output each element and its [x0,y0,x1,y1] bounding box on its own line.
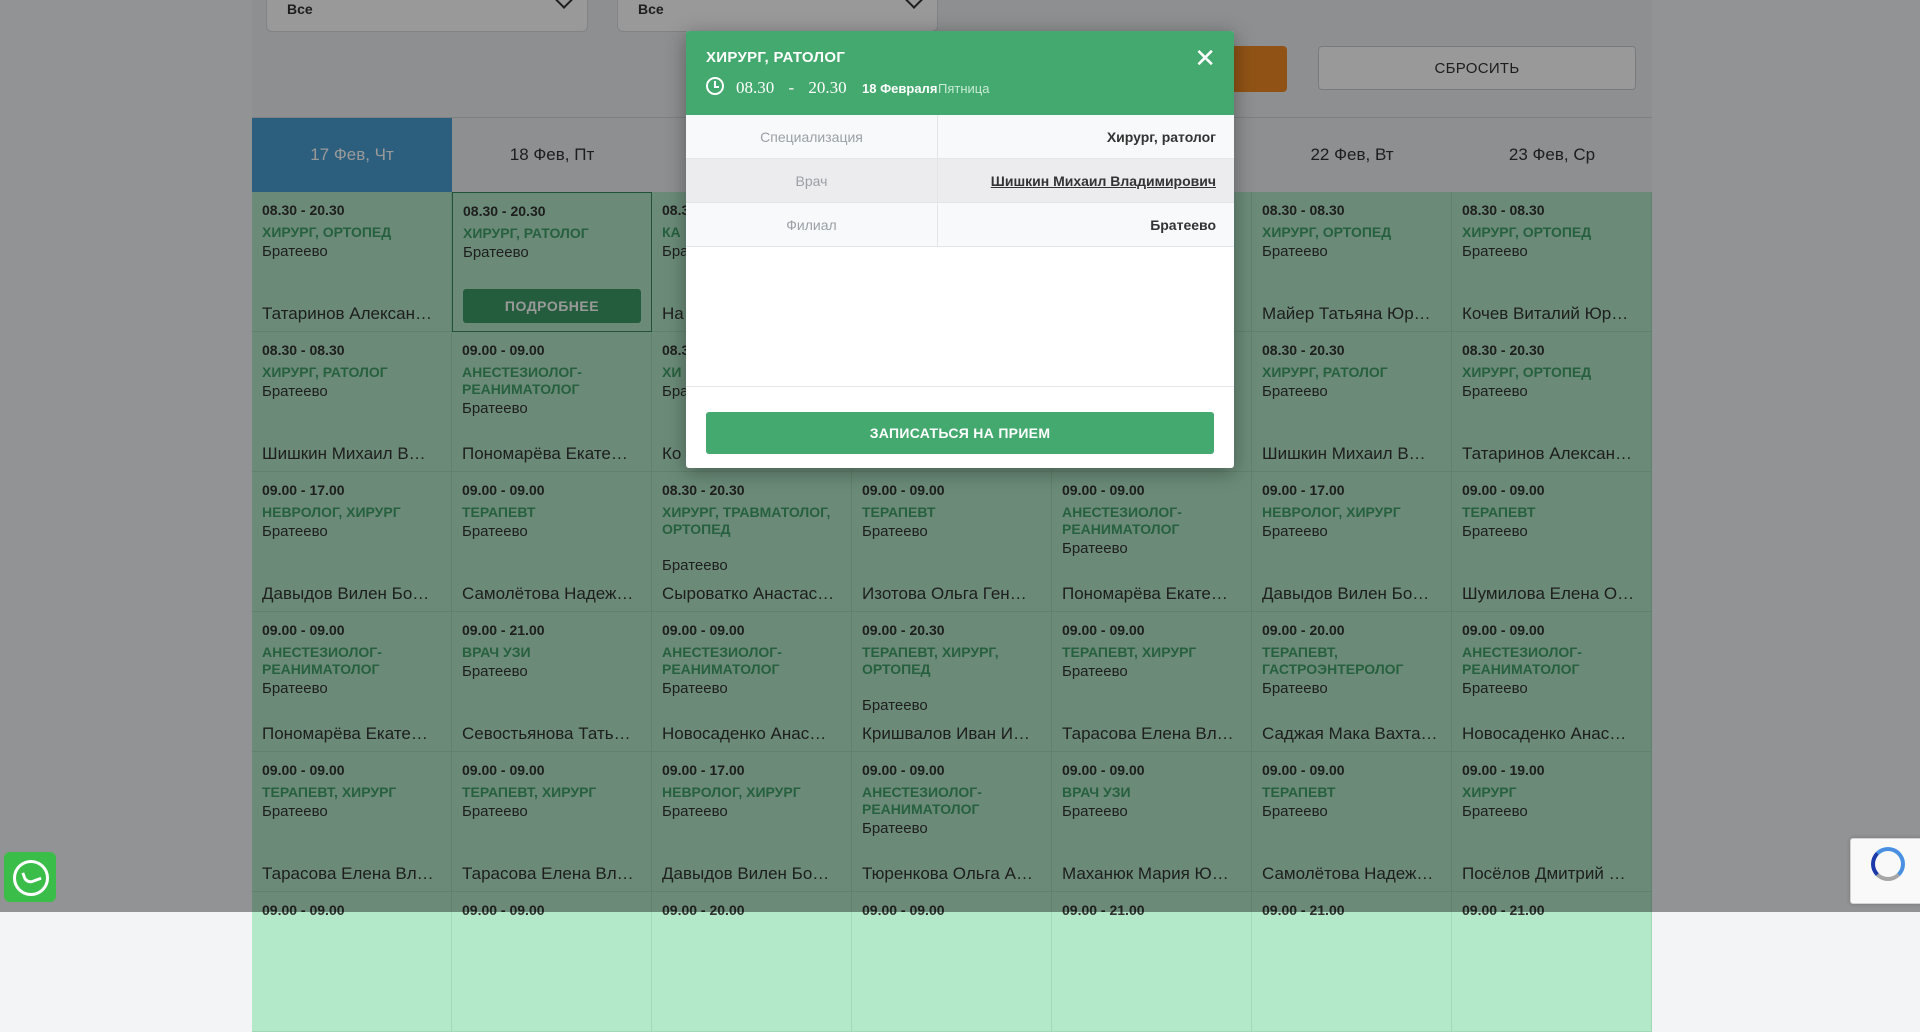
modal-header: ХИРУРГ, РАТОЛОГ ✕ 08.30 - 20.30 18 Февра… [686,31,1234,115]
recaptcha-icon [1871,847,1905,881]
schedule-slot[interactable]: 09.00 - 21.00 [1052,892,1252,1032]
schedule-slot[interactable]: 09.00 - 21.00 [1252,892,1452,1032]
recaptcha-badge[interactable] [1850,838,1920,904]
modal-row-label: Филиал [686,203,938,246]
modal-row-label: Врач [686,159,938,202]
modal-time-from: 08.30 [736,78,775,97]
modal-row-label: Специализация [686,115,938,158]
modal-time-separator: - [788,78,795,97]
modal-row-doctor: Врач Шишкин Михаил Владимирович [686,159,1234,203]
book-appointment-button[interactable]: ЗАПИСАТЬСЯ НА ПРИЕМ [706,412,1214,454]
modal-row-value: Хирург, ратолог [1106,128,1216,145]
clock-icon [706,77,724,95]
schedule-slot[interactable]: 09.00 - 21.00 [1452,892,1652,1032]
modal-time-to: 20.30 [808,78,847,97]
appointment-modal: ХИРУРГ, РАТОЛОГ ✕ 08.30 - 20.30 18 Февра… [686,31,1234,468]
schedule-slot[interactable]: 09.00 - 09.00 [852,892,1052,1032]
modal-date: 18 Февраля [862,81,938,96]
modal-time-range: 08.30 - 20.30 [736,78,847,98]
doctor-link[interactable]: Шишкин Михаил Владимирович [991,159,1216,202]
close-icon[interactable]: ✕ [1194,45,1216,71]
modal-title: ХИРУРГ, РАТОЛОГ [706,49,846,66]
schedule-slot[interactable]: 09.00 - 20.00 [652,892,852,1032]
whatsapp-icon[interactable] [4,852,56,902]
schedule-slot[interactable]: 09.00 - 09.00 [452,892,652,1032]
modal-divider [686,386,1234,387]
modal-row-specialization: Специализация Хирург, ратолог [686,115,1234,159]
modal-weekday: Пятница [938,81,990,96]
schedule-slot[interactable]: 09.00 - 09.00 [252,892,452,1032]
modal-row-branch: Филиал Братеево [686,203,1234,247]
modal-row-value: Братеево [1150,216,1216,233]
